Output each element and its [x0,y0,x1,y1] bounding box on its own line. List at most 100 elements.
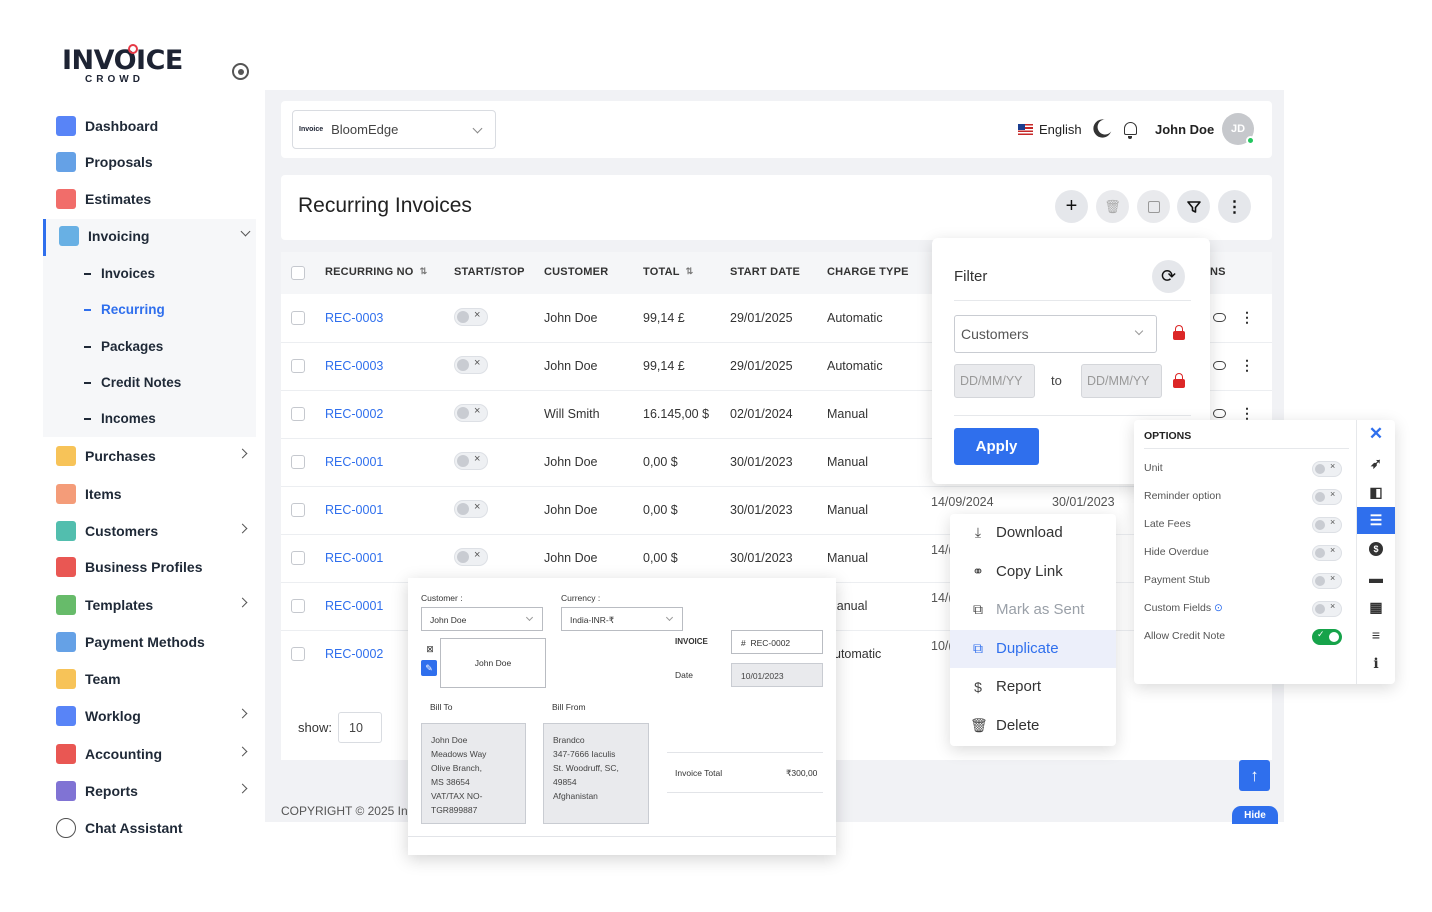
customer-filter-select[interactable]: Customers [954,315,1157,353]
option-toggle[interactable]: × [1312,573,1342,589]
lock-icon[interactable] [1173,325,1185,340]
sidebar-item-team[interactable]: Team [56,667,256,691]
sidebar-subitem-packages[interactable]: Packages [84,339,163,354]
menu-item-copy-link[interactable]: ⚭ Copy Link [970,563,1063,580]
eye-icon[interactable] [1213,361,1226,370]
currency-select[interactable]: India-INR-₹ [561,607,683,631]
sidebar-item-business-profiles[interactable]: Business Profiles [56,555,256,579]
start-stop-toggle[interactable]: × [454,356,488,374]
kebab-icon[interactable]: ⋮ [1240,358,1254,372]
recurring-no-link[interactable]: REC-0003 [325,311,383,325]
option-toggle[interactable]: × [1312,489,1342,505]
option-toggle[interactable]: × [1312,601,1342,617]
col-total[interactable]: TOTAL ⇅ [643,266,693,278]
recurring-no-link[interactable]: REC-0001 [325,599,383,613]
menu-item-mark-as-sent[interactable]: ⧉ Mark as Sent [970,601,1084,618]
info-icon[interactable]: ⊙ [1211,602,1223,614]
recurring-no-link[interactable]: REC-0002 [325,407,383,421]
option-toggle[interactable]: × [1312,545,1342,561]
bill-from-box[interactable]: Brandco 347-7666 Iaculis St. Woodruff, SC,… [543,723,649,824]
scroll-top-button[interactable]: ↑ [1239,760,1270,791]
select-button[interactable] [1137,190,1170,223]
more-button[interactable]: ⋮ [1218,190,1251,223]
row-checkbox[interactable] [291,647,305,661]
recurring-no-link[interactable]: REC-0001 [325,503,383,517]
lock-icon[interactable] [1173,373,1185,388]
date-to-input[interactable]: DD/MM/YY [1081,364,1162,398]
row-checkbox[interactable] [291,407,305,421]
info-icon[interactable]: i [1368,656,1384,672]
sidebar-item-accounting[interactable]: Accounting [56,742,256,766]
sidebar-subitem-invoices[interactable]: Invoices [84,266,155,281]
customer-card[interactable]: John Doe [440,638,546,688]
start-stop-toggle[interactable]: × [454,548,488,566]
date-from-input[interactable]: DD/MM/YY [954,364,1035,398]
sidebar-item-estimates[interactable]: Estimates [56,187,256,211]
customer-select[interactable]: John Doe [421,607,543,631]
sidebar-item-proposals[interactable]: Proposals [56,150,256,174]
edit-icon[interactable]: ✎ [421,660,437,676]
sidebar-item-reports[interactable]: Reports [56,779,256,803]
delete-button[interactable]: 🗑 [1096,190,1129,223]
list-icon[interactable]: ≡ [1368,627,1384,643]
start-stop-toggle[interactable]: × [454,404,488,422]
image-icon[interactable]: ⊠ [422,641,438,657]
option-toggle[interactable]: × [1312,517,1342,533]
sliders-icon[interactable]: ☰ [1368,512,1384,528]
card-icon[interactable]: ▬ [1368,570,1384,586]
sidebar-toggle-icon[interactable] [232,63,249,80]
option-toggle[interactable]: ✓ [1312,629,1342,645]
invoice-number-field[interactable]: # REC-0002 [731,630,823,654]
date-field[interactable]: 10/01/2023 [731,663,823,687]
language-switch[interactable]: English [1018,122,1082,137]
eye-icon[interactable] [1213,313,1226,322]
row-checkbox[interactable] [291,503,305,517]
sidebar-item-purchases[interactable]: Purchases [56,444,256,468]
dollar-icon[interactable]: $ [1368,541,1384,557]
refresh-button[interactable]: ⟳ [1152,260,1185,293]
sidebar-item-worklog[interactable]: Worklog [56,704,256,728]
sidebar-subitem-incomes[interactable]: Incomes [84,411,156,426]
rocket-icon[interactable]: ➶ [1368,455,1384,471]
sidebar-item-payment-methods[interactable]: Payment Methods [56,630,256,654]
menu-item-delete[interactable]: 🗑 Delete [970,717,1039,734]
recurring-no-link[interactable]: REC-0002 [325,647,383,661]
row-checkbox[interactable] [291,359,305,373]
select-all-checkbox[interactable] [291,266,305,280]
company-select[interactable]: Invoice BloomEdge [292,110,496,149]
menu-item-download[interactable]: ⤓ Download [970,524,1063,541]
brand-logo[interactable]: INVOICE CROWD [62,44,183,94]
grid-icon[interactable]: ▦ [1368,599,1384,615]
menu-item-duplicate[interactable]: ⧉ Duplicate [970,640,1059,657]
sidebar-item-chat-assistant[interactable]: Chat Assistant [56,816,256,840]
sidebar-subitem-credit-notes[interactable]: Credit Notes [84,375,181,390]
row-checkbox[interactable] [291,599,305,613]
sidebar-item-customers[interactable]: Customers [56,519,256,543]
row-checkbox[interactable] [291,455,305,469]
sidebar-item-templates[interactable]: Templates [56,593,256,617]
design-icon[interactable]: ◧ [1368,484,1384,500]
sidebar-item-dashboard[interactable]: Dashboard [56,114,256,138]
filter-button[interactable] [1177,190,1210,223]
row-checkbox[interactable] [291,551,305,565]
option-toggle[interactable]: × [1312,461,1342,477]
close-icon[interactable]: ✕ [1368,424,1384,443]
row-checkbox[interactable] [291,311,305,325]
bill-to-box[interactable]: John Doe Meadows Way Olive Branch, MS 38654… [421,723,526,824]
start-stop-toggle[interactable]: × [454,452,488,470]
recurring-no-link[interactable]: REC-0003 [325,359,383,373]
kebab-icon[interactable]: ⋮ [1240,310,1254,324]
start-stop-toggle[interactable]: × [454,500,488,518]
sidebar-subitem-recurring[interactable]: Recurring [84,302,165,317]
hide-button[interactable]: Hide [1232,806,1278,824]
kebab-icon[interactable]: ⋮ [1240,406,1254,420]
col-recurring-no[interactable]: RECURRING NO ⇅ [325,266,427,278]
add-button[interactable]: + [1055,190,1088,223]
avatar[interactable]: JD [1222,113,1255,145]
user-name[interactable]: John Doe [1155,122,1214,137]
recurring-no-link[interactable]: REC-0001 [325,551,383,565]
eye-icon[interactable] [1213,409,1226,418]
sidebar-item-invoicing[interactable]: Invoicing [59,224,259,248]
bell-icon[interactable] [1124,122,1137,139]
sidebar-item-items[interactable]: Items [56,482,256,506]
